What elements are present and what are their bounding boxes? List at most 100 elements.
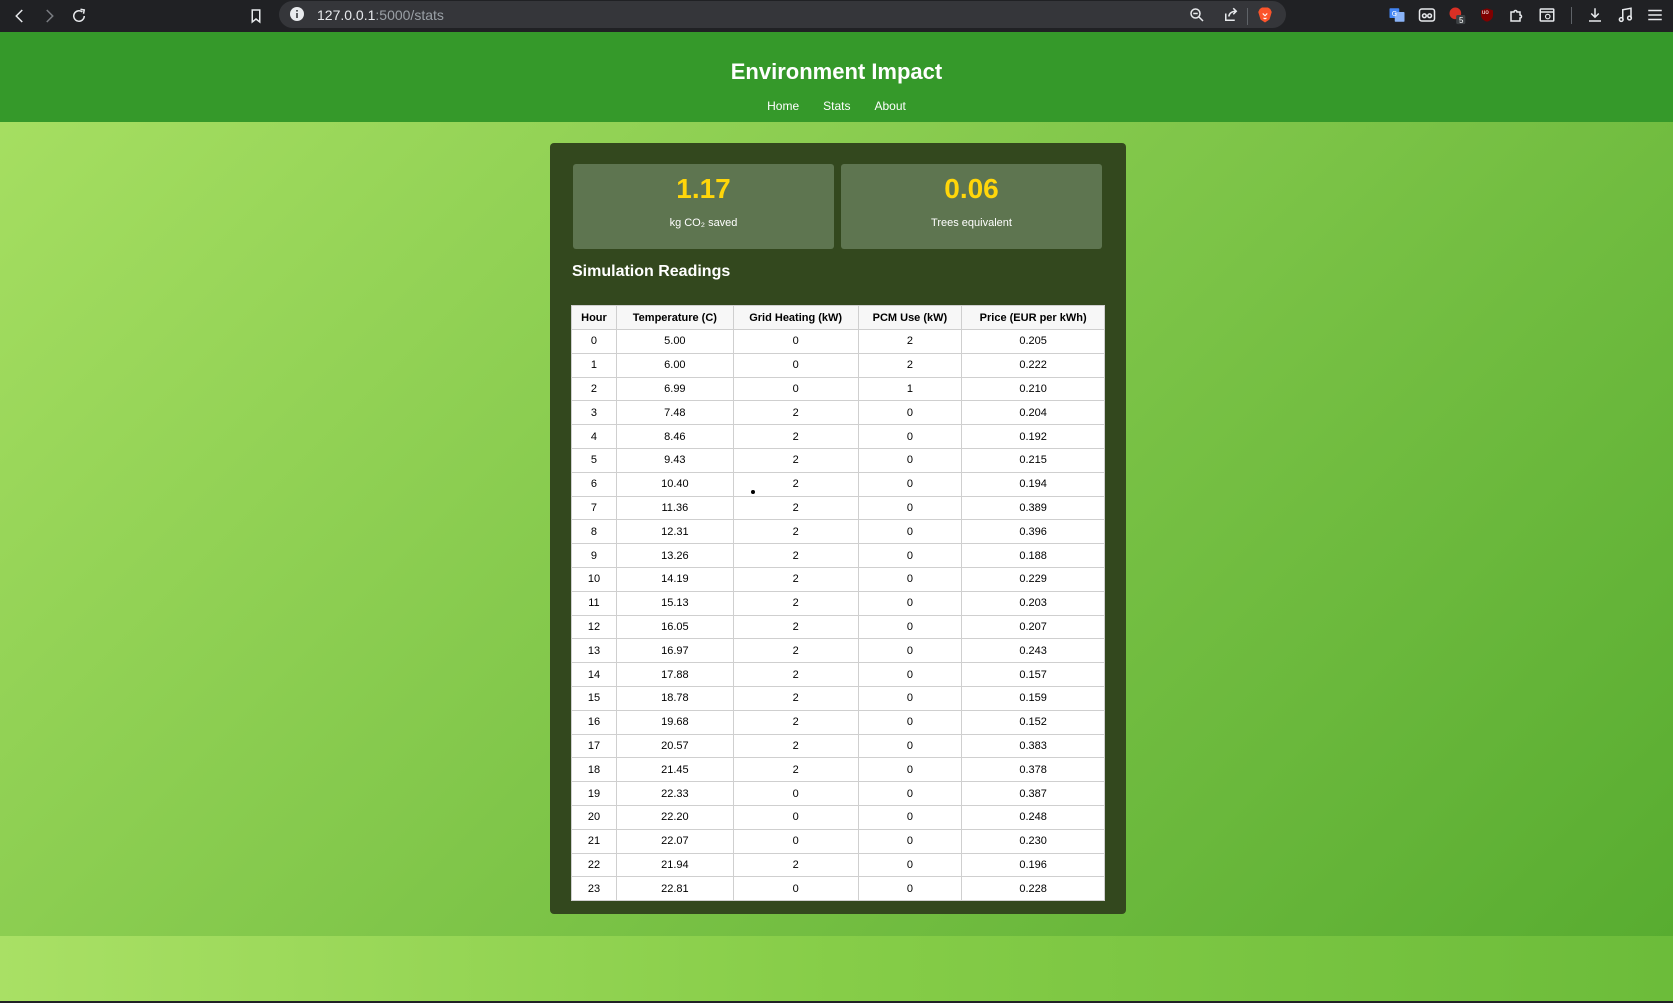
price-cell: 0.387 bbox=[961, 781, 1105, 806]
pcm-use-cell: 2 bbox=[857, 329, 963, 354]
grid-heating-cell: 2 bbox=[732, 543, 859, 568]
nav-link-stats[interactable]: Stats bbox=[823, 99, 850, 113]
hour-cell: 0 bbox=[571, 329, 617, 354]
column-header-temperature: Temperature (C) bbox=[615, 305, 734, 330]
ublock-extension-button[interactable]: uo bbox=[1476, 4, 1498, 26]
page-footer-band bbox=[0, 936, 1673, 1003]
puzzle-icon bbox=[1510, 9, 1523, 22]
temperature-cell: 16.05 bbox=[615, 614, 734, 640]
temperature-cell: 22.20 bbox=[615, 804, 734, 830]
table-row: 20 22.20 0 0 0.248 bbox=[571, 804, 1105, 830]
temperature-cell: 22.33 bbox=[615, 781, 734, 806]
hour-cell: 10 bbox=[571, 566, 617, 592]
menu-button[interactable] bbox=[1644, 4, 1666, 26]
url-text[interactable]: 127.0.0.1:5000/stats bbox=[317, 7, 444, 23]
pcm-use-cell: 0 bbox=[857, 662, 963, 687]
column-header-hour: Hour bbox=[571, 305, 617, 330]
table-row: 16 19.68 2 0 0.152 bbox=[571, 709, 1105, 735]
grid-heating-cell: 2 bbox=[732, 495, 859, 521]
grid-heating-cell: 0 bbox=[732, 352, 859, 378]
nav-link-home[interactable]: Home bbox=[767, 99, 799, 113]
temperature-cell: 17.88 bbox=[615, 662, 734, 687]
price-cell: 0.207 bbox=[961, 614, 1105, 640]
brave-lion-icon bbox=[1258, 7, 1272, 23]
bookmark-button[interactable] bbox=[244, 4, 268, 28]
trees-equivalent-label: Trees equivalent bbox=[931, 217, 1012, 229]
forward-arrow-icon bbox=[46, 9, 54, 23]
grid-heating-cell: 2 bbox=[732, 685, 859, 711]
hour-cell: 13 bbox=[571, 638, 617, 664]
site-info-icon[interactable] bbox=[289, 6, 305, 22]
hour-cell: 4 bbox=[571, 424, 617, 449]
back-button[interactable] bbox=[8, 4, 32, 28]
table-row: 9 13.26 2 0 0.188 bbox=[571, 543, 1105, 568]
share-button[interactable] bbox=[1221, 5, 1241, 25]
temperature-cell: 21.94 bbox=[615, 852, 734, 878]
pcm-use-cell: 0 bbox=[857, 757, 963, 783]
table-row: 18 21.45 2 0 0.378 bbox=[571, 757, 1105, 783]
temperature-cell: 14.19 bbox=[615, 566, 734, 592]
temperature-cell: 22.07 bbox=[615, 828, 734, 854]
glasses-icon bbox=[1418, 8, 1436, 22]
co2-saved-label: kg CO₂ saved bbox=[669, 217, 738, 229]
grid-heating-cell: 0 bbox=[732, 876, 859, 902]
download-icon bbox=[1589, 8, 1601, 22]
grid-heating-cell: 2 bbox=[732, 400, 859, 426]
column-header-pcm-use: PCM Use (kW) bbox=[857, 305, 963, 330]
grid-heating-cell: 2 bbox=[732, 662, 859, 687]
price-cell: 0.215 bbox=[961, 447, 1105, 473]
price-cell: 0.188 bbox=[961, 543, 1105, 568]
pcm-use-cell: 0 bbox=[857, 852, 963, 878]
brave-shields-button[interactable] bbox=[1255, 5, 1275, 25]
price-cell: 0.228 bbox=[961, 876, 1105, 902]
address-bar[interactable]: 127.0.0.1:5000/stats bbox=[279, 1, 1286, 28]
pcm-use-cell: 0 bbox=[857, 424, 963, 449]
forward-button[interactable] bbox=[37, 4, 61, 28]
stat-box-trees: 0.06 Trees equivalent bbox=[841, 164, 1102, 249]
table-row: 3 7.48 2 0 0.204 bbox=[571, 400, 1105, 426]
nav-link-about[interactable]: About bbox=[875, 99, 906, 113]
temperature-cell: 21.45 bbox=[615, 757, 734, 783]
stat-box-co2: 1.17 kg CO₂ saved bbox=[573, 164, 834, 249]
pcm-use-cell: 2 bbox=[857, 352, 963, 378]
zoom-button[interactable] bbox=[1187, 5, 1207, 25]
share-icon bbox=[1225, 7, 1238, 21]
address-divider bbox=[1247, 8, 1248, 25]
page-content: Environment Impact Home Stats About 1.17… bbox=[0, 32, 1673, 1003]
pcm-use-cell: 0 bbox=[857, 590, 963, 616]
table-row: 8 12.31 2 0 0.396 bbox=[571, 519, 1105, 545]
downloads-button[interactable] bbox=[1584, 4, 1606, 26]
hour-cell: 9 bbox=[571, 543, 617, 568]
site-nav: Home Stats About bbox=[0, 99, 1673, 113]
site-header: Environment Impact Home Stats About bbox=[0, 32, 1673, 122]
table-row: 23 22.81 0 0 0.228 bbox=[571, 876, 1105, 902]
red-extension-button[interactable]: 5 bbox=[1446, 4, 1468, 26]
temperature-cell: 16.97 bbox=[615, 638, 734, 664]
grid-heating-cell: 0 bbox=[732, 376, 859, 402]
pcm-use-cell: 1 bbox=[857, 376, 963, 402]
price-cell: 0.159 bbox=[961, 685, 1105, 711]
hour-cell: 6 bbox=[571, 471, 617, 497]
translate-extension-button[interactable]: G bbox=[1386, 4, 1408, 26]
temperature-cell: 6.99 bbox=[615, 376, 734, 402]
table-row: 1 6.00 0 2 0.222 bbox=[571, 352, 1105, 378]
hour-cell: 12 bbox=[571, 614, 617, 640]
reader-mode-button[interactable] bbox=[1536, 4, 1558, 26]
table-row: 11 15.13 2 0 0.203 bbox=[571, 590, 1105, 616]
hour-cell: 18 bbox=[571, 757, 617, 783]
price-cell: 0.248 bbox=[961, 804, 1105, 830]
grid-heating-cell: 2 bbox=[732, 590, 859, 616]
table-row: 22 21.94 2 0 0.196 bbox=[571, 852, 1105, 878]
price-cell: 0.157 bbox=[961, 662, 1105, 687]
hour-cell: 22 bbox=[571, 852, 617, 878]
glasses-extension-button[interactable] bbox=[1416, 4, 1438, 26]
grid-heating-cell: 2 bbox=[732, 614, 859, 640]
temperature-cell: 6.00 bbox=[615, 352, 734, 378]
grid-heating-cell: 2 bbox=[732, 638, 859, 664]
table-row: 19 22.33 0 0 0.387 bbox=[571, 781, 1105, 806]
media-button[interactable] bbox=[1614, 4, 1636, 26]
readings-table: Hour Temperature (C) Grid Heating (kW) P… bbox=[571, 305, 1105, 902]
reload-button[interactable] bbox=[67, 4, 91, 28]
extensions-button[interactable] bbox=[1506, 4, 1528, 26]
temperature-cell: 20.57 bbox=[615, 733, 734, 759]
